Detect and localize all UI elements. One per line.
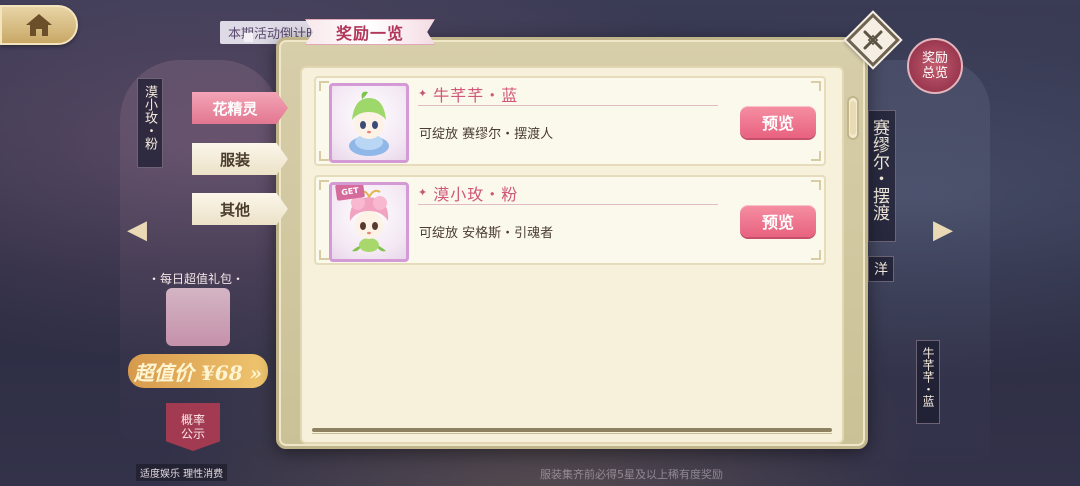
panel-title-ribbon: 奖励一览 <box>305 19 435 45</box>
tab-label: 花精灵 <box>212 99 258 118</box>
reward-name: 牛芊芊・蓝 <box>433 85 519 105</box>
tab-label: 服装 <box>219 150 250 169</box>
preview-button[interactable]: 预览 <box>740 205 816 237</box>
right-small-vertical-label: 牛芊芊・蓝 <box>916 340 940 424</box>
row-corner <box>319 151 329 161</box>
next-arrow-icon[interactable]: ▶ <box>930 213 956 247</box>
health-notice: 适度娱乐 理性消费 <box>136 464 228 481</box>
row-corner <box>319 81 329 91</box>
tab-label: 其他 <box>219 200 250 219</box>
guarantee-notice: 服装集齐前必得5星及以上稀有度奖励 <box>540 468 723 481</box>
reward-summary-button[interactable]: 奖励总览 <box>907 38 963 94</box>
probability-label: 概率公示 <box>180 413 205 441</box>
preview-label: 预览 <box>761 114 794 133</box>
panel-bottom-divider-thin <box>312 433 832 434</box>
scrollbar-thumb[interactable] <box>850 101 856 135</box>
flower-sprite-green-icon <box>349 91 389 156</box>
reward-name-bar: ✦ 漠小玫・粉 <box>418 181 718 205</box>
tab-costume[interactable]: 服装 <box>192 143 288 175</box>
panel-title: 奖励一览 <box>335 24 404 43</box>
row-corner <box>319 250 329 260</box>
tab-other[interactable]: 其他 <box>192 193 288 225</box>
name-arrow-icon: ✦ <box>418 87 428 100</box>
row-corner <box>811 151 821 161</box>
probability-badge[interactable]: 概率公示 <box>166 403 220 451</box>
row-corner <box>811 180 821 190</box>
reward-description: 可绽放 安格斯・引魂者 <box>419 226 554 241</box>
name-arrow-icon: ✦ <box>418 186 428 199</box>
countdown-dot <box>244 33 253 42</box>
reward-row: GET ✦ 漠小玫・粉 可绽放 安格斯・引魂者 预览 <box>314 175 826 265</box>
previous-arrow-icon[interactable]: ◀ <box>124 213 150 247</box>
list-scrollbar[interactable] <box>847 96 859 140</box>
row-corner <box>319 180 329 190</box>
gift-price-tag: 超值价 ¥68 » <box>128 354 268 388</box>
gift-title: ・每日超值礼包・ <box>147 272 244 286</box>
reward-portrait[interactable] <box>329 83 409 163</box>
reward-row: ✦ 牛芊芊・蓝 可绽放 赛缪尔・摆渡人 预览 <box>314 76 826 166</box>
row-corner <box>811 81 821 91</box>
gift-box-icon <box>166 288 230 346</box>
preview-button[interactable]: 预览 <box>740 106 816 138</box>
gift-price-text: 超值价 ¥68 » <box>133 360 263 385</box>
daily-gift-pack[interactable]: ・每日超值礼包・ 超值价 ¥68 » <box>126 270 268 400</box>
close-icon <box>863 30 883 50</box>
row-corner <box>811 250 821 260</box>
left-vertical-label: 漠小玫・粉 <box>137 78 163 168</box>
home-icon <box>26 14 52 36</box>
home-button[interactable] <box>0 5 78 45</box>
tab-flower-sprite[interactable]: 花精灵 <box>192 92 288 124</box>
reward-description: 可绽放 赛缪尔・摆渡人 <box>419 127 554 142</box>
sheep-char-tag: 洋 <box>868 256 894 282</box>
reward-portrait[interactable]: GET <box>329 182 409 262</box>
panel-bottom-divider <box>312 428 832 432</box>
reward-name: 漠小玫・粉 <box>433 184 519 204</box>
reward-summary-label: 奖励总览 <box>921 51 948 81</box>
reward-name-bar: ✦ 牛芊芊・蓝 <box>418 82 718 106</box>
right-vertical-label: 赛缪尔・摆渡人 <box>844 110 896 242</box>
preview-label: 预览 <box>761 213 794 232</box>
